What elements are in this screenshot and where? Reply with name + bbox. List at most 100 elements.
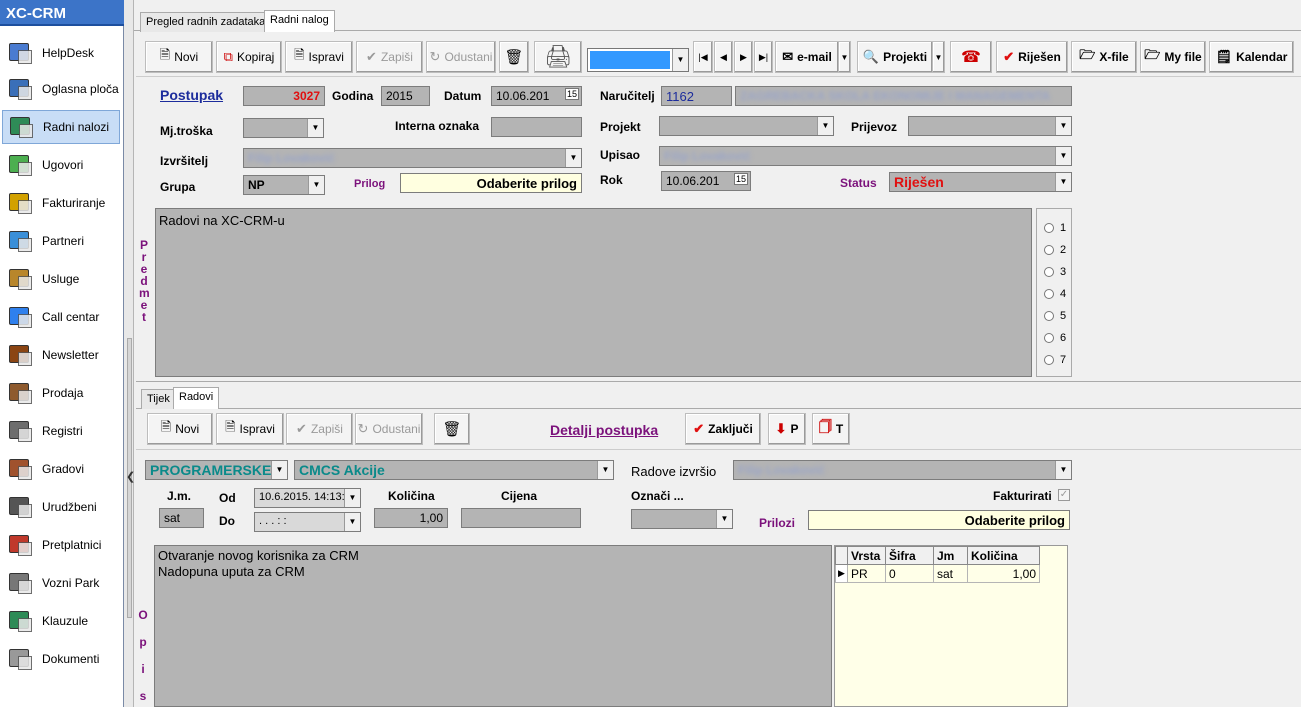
narucitelj-name-field[interactable]: ZAGREBACKA SKOLA EKONOMIJE I MANAGEMENTA	[735, 86, 1072, 106]
sidebar-item[interactable]: Prodaja	[2, 376, 120, 410]
postupak-link[interactable]: Postupak	[160, 87, 223, 103]
column-header[interactable]: Jm	[933, 546, 968, 565]
column-header[interactable]: Šifra	[885, 546, 934, 565]
option-radio[interactable]: 6	[1044, 332, 1066, 344]
lower-edit-button[interactable]: 🗎 Ispravi	[216, 413, 284, 445]
projects-button[interactable]: 🔍 Projekti	[857, 41, 933, 73]
option-radio[interactable]: 4	[1044, 288, 1066, 300]
sidebar-item[interactable]: Gradovi	[2, 452, 120, 486]
lower-delete-button[interactable]: 🗑	[434, 413, 470, 445]
prilog-field[interactable]: Odaberite prilog	[400, 173, 582, 193]
resolved-button[interactable]: ✔ Riješen	[996, 41, 1068, 73]
od-datetime-select[interactable]: 10.6.2015. 14:13:3 ▼	[254, 488, 361, 508]
previous-record-button[interactable]: ◀	[714, 41, 733, 73]
sidebar-item[interactable]: Oglasna ploča	[2, 72, 120, 106]
mj-troska-select[interactable]: ▼	[243, 118, 324, 138]
delete-button[interactable]: 🗑	[499, 41, 529, 73]
cijena-field[interactable]	[461, 508, 581, 528]
print-template-select[interactable]: ▼	[587, 48, 689, 72]
sidebar-item[interactable]: Call centar	[2, 300, 120, 334]
opis-textarea[interactable]: Otvaranje novog korisnika za CRM Nadopun…	[154, 545, 832, 707]
collapse-sidebar-icon[interactable]: ❮	[126, 470, 135, 483]
last-record-button[interactable]: ▶|	[754, 41, 773, 73]
tab-overview[interactable]: Pregled radnih zadataka	[140, 12, 272, 32]
table-row[interactable]: ▶ PR 0 sat 1,00	[835, 564, 1040, 583]
datum-field[interactable]: 10.06.201 15	[491, 86, 582, 106]
work-activity-select[interactable]: CMCS Akcije ▼	[294, 460, 614, 480]
tab-tijek[interactable]: Tijek	[141, 389, 176, 409]
predmet-textarea[interactable]: Radovi na XC-CRM-u	[155, 208, 1032, 377]
prilozi-field[interactable]: Odaberite prilog	[808, 510, 1070, 530]
close-work-button[interactable]: ✔ Zaključi	[685, 413, 761, 445]
column-header[interactable]: Vrsta	[847, 546, 886, 565]
lower-save-button[interactable]: ✔ Zapiši	[286, 413, 353, 445]
radove-izvrsio-select[interactable]: Filip Lovaković ▼	[733, 460, 1072, 480]
p-button[interactable]: ⬇ P	[768, 413, 806, 445]
tab-work-order[interactable]: Radni nalog	[264, 10, 335, 32]
do-label: Do	[219, 514, 235, 528]
edit-button[interactable]: 🗎 Ispravi	[285, 41, 353, 73]
interna-oznaka-field[interactable]	[491, 117, 582, 137]
work-category-select[interactable]: PROGRAMERSKE ▼	[145, 460, 288, 480]
save-button[interactable]: ✔ Zapiši	[356, 41, 423, 73]
next-record-button[interactable]: ▶	[734, 41, 753, 73]
new-button[interactable]: 🗎 Novi	[145, 41, 213, 73]
fakturirati-checkbox[interactable]: ✓	[1058, 489, 1070, 501]
prijevoz-select[interactable]: ▼	[908, 116, 1072, 136]
t-button[interactable]: 🗍 T	[812, 413, 850, 445]
status-select[interactable]: Riješen ▼	[889, 172, 1072, 192]
print-button[interactable]: 🖨	[534, 41, 582, 73]
details-link[interactable]: Detalji postupka	[550, 422, 658, 438]
cancel-button[interactable]: ↻ Odustani	[426, 41, 496, 73]
projects-menu-button[interactable]: ▼	[932, 41, 945, 73]
sidebar-item[interactable]: Dokumenti	[2, 642, 120, 676]
oznaci-select[interactable]: ▼	[631, 509, 733, 529]
sidebar-item[interactable]: Urudžbeni	[2, 490, 120, 524]
sidebar-item[interactable]: Fakturiranje	[2, 186, 120, 220]
jm-field[interactable]: sat	[159, 508, 204, 528]
table-cell[interactable]: 0	[885, 564, 934, 583]
do-datetime-select[interactable]: . . . : : ▼	[254, 512, 361, 532]
table-cell[interactable]: 1,00	[967, 564, 1040, 583]
kolicina-field[interactable]: 1,00	[374, 508, 448, 528]
table-cell[interactable]: sat	[933, 564, 968, 583]
email-menu-button[interactable]: ▼	[838, 41, 851, 73]
calendar-button[interactable]: 🗒 Kalendar	[1209, 41, 1294, 73]
tab-radovi[interactable]: Radovi	[173, 387, 220, 409]
option-radio[interactable]: 5	[1044, 310, 1066, 322]
email-button[interactable]: ✉ e-mail	[775, 41, 839, 73]
sidebar-item[interactable]: Pretplatnici	[2, 528, 120, 562]
sidebar-item[interactable]: Usluge	[2, 262, 120, 296]
first-record-button[interactable]: |◀	[693, 41, 713, 73]
narucitelj-code-field[interactable]: 1162	[661, 86, 732, 106]
column-header[interactable]: Količina	[967, 546, 1040, 565]
sidebar-item[interactable]: HelpDesk	[2, 36, 120, 70]
calendar-picker-icon[interactable]: 15	[564, 88, 579, 100]
xfile-button[interactable]: 🗁 X-file	[1071, 41, 1137, 73]
option-radio[interactable]: 7	[1044, 354, 1066, 366]
sidebar-item[interactable]: Registri	[2, 414, 120, 448]
option-radio[interactable]: 3	[1044, 266, 1066, 278]
rok-field[interactable]: 10.06.201 15	[661, 171, 751, 191]
option-radio[interactable]: 2	[1044, 244, 1066, 256]
izvrsitelj-select[interactable]: Filip Lovaković ▼	[243, 148, 582, 168]
upisao-select[interactable]: Filip Lovaković ▼	[659, 146, 1072, 166]
phone-button[interactable]: ☎	[950, 41, 992, 73]
grupa-select[interactable]: NP ▼	[243, 175, 325, 195]
myfile-button[interactable]: 🗁 My file	[1140, 41, 1206, 73]
lower-new-button[interactable]: 🗎 Novi	[147, 413, 213, 445]
calendar-picker-icon[interactable]: 15	[733, 173, 748, 185]
godina-field[interactable]: 2015	[381, 86, 430, 106]
table-cell[interactable]: PR	[847, 564, 886, 583]
option-radio[interactable]: 1	[1044, 222, 1066, 234]
sidebar-item[interactable]: Ugovori	[2, 148, 120, 182]
copy-button[interactable]: ⧉ Kopiraj	[216, 41, 282, 73]
lower-cancel-button[interactable]: ↻ Odustani	[355, 413, 423, 445]
sidebar-item[interactable]: Radni nalozi	[2, 110, 120, 144]
sidebar-item[interactable]: Partneri	[2, 224, 120, 258]
sidebar-item[interactable]: Newsletter	[2, 338, 120, 372]
sidebar-item[interactable]: Klauzule	[2, 604, 120, 638]
sidebar-item[interactable]: Vozni Park	[2, 566, 120, 600]
projekt-select[interactable]: ▼	[659, 116, 834, 136]
postupak-field[interactable]: 3027	[243, 86, 325, 106]
